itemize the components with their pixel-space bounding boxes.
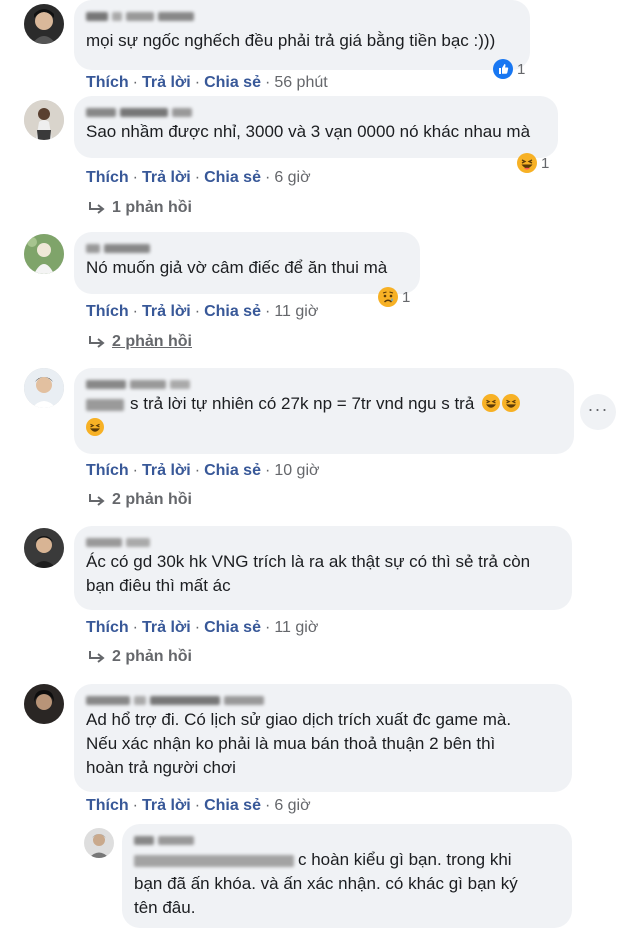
reaction-count-label: 1	[541, 154, 550, 172]
comment-text: Nó muốn giả vờ câm điếc để ăn thui mà	[86, 258, 388, 277]
comment-bubble: Sao nhầm được nhỉ, 3000 và 3 vạn 0000 nó…	[74, 96, 558, 158]
reply-button[interactable]: Trả lời	[142, 797, 191, 814]
comment-author-name[interactable]	[86, 8, 518, 26]
view-replies-link[interactable]: 2 phản hồi	[88, 331, 192, 353]
share-button[interactable]: Chia sẻ	[204, 462, 261, 479]
like-icon	[493, 59, 513, 79]
reply-bubble: c hoàn kiểu gì bạn. trong khi bạn đã ấn …	[122, 824, 572, 928]
haha-icon	[86, 418, 104, 436]
avatar[interactable]	[24, 368, 64, 408]
comment-actions: Thích · Trả lời · Chia sẻ · 6 giờ	[86, 169, 311, 186]
avatar[interactable]	[24, 100, 64, 140]
comment-text-line: Nếu xác nhận ko phải là mua bán thoả thu…	[86, 734, 496, 753]
comment-author-name[interactable]	[86, 534, 560, 548]
comment-text-line: hoàn trả người chơi	[86, 758, 236, 777]
replies-count-label: 2 phản hồi	[112, 491, 192, 508]
comment-bubble: Nó muốn giả vờ câm điếc để ăn thui mà	[74, 232, 420, 294]
view-replies-link[interactable]: 1 phản hồi	[88, 197, 192, 219]
comment-text-line: Ác có gd 30k hk VNG trích là ra ak thật …	[86, 552, 531, 571]
comment-actions: Thích · Trả lời · Chia sẻ · 11 giờ	[86, 619, 319, 636]
comment-text: Ác có gd 30k hk VNG trích là ra ak thật …	[86, 550, 560, 598]
avatar[interactable]	[24, 684, 64, 724]
share-button[interactable]: Chia sẻ	[204, 797, 261, 814]
comment-author-name[interactable]	[86, 692, 560, 706]
comment-text-line: Ad hổ trợ đi. Có lịch sử giao dịch trích…	[86, 710, 512, 729]
comment-author-name[interactable]	[86, 240, 408, 254]
comment-timestamp[interactable]: 11 giờ	[274, 619, 318, 636]
reaction-count[interactable]: 1	[378, 286, 410, 308]
share-button[interactable]: Chia sẻ	[204, 303, 261, 320]
comment-author-name[interactable]	[86, 104, 546, 118]
like-button[interactable]: Thích	[86, 169, 129, 186]
reply-text-line: bạn đã ấn khóa. và ấn xác nhận. có khác …	[134, 874, 518, 893]
reply-text: c hoàn kiểu gì bạn. trong khi bạn đã ấn …	[134, 848, 560, 920]
like-button[interactable]: Thích	[86, 303, 129, 320]
like-button[interactable]: Thích	[86, 797, 129, 814]
reaction-count-label: 1	[517, 60, 526, 78]
reaction-count[interactable]: 1	[493, 58, 525, 80]
comment-bubble: Ad hổ trợ đi. Có lịch sử giao dịch trích…	[74, 684, 572, 792]
comment-timestamp[interactable]: 10 giờ	[274, 462, 319, 479]
reply-text-line: c hoàn kiểu gì bạn. trong khi	[298, 850, 512, 869]
comment-timestamp[interactable]: 56 phút	[274, 74, 327, 91]
reply-author-name[interactable]	[134, 832, 560, 846]
more-icon: ···	[587, 399, 609, 419]
haha-icon	[502, 394, 521, 412]
reply-button[interactable]: Trả lời	[142, 462, 191, 479]
comment-text: Sao nhầm được nhỉ, 3000 và 3 vạn 0000 nó…	[86, 122, 531, 141]
comment-actions: Thích · Trả lời · Chia sẻ · 6 giờ	[86, 797, 311, 814]
replies-count-label: 2 phản hồi	[112, 333, 192, 350]
reply-button[interactable]: Trả lời	[142, 619, 191, 636]
avatar[interactable]	[24, 528, 64, 568]
reply-button[interactable]: Trả lời	[142, 169, 191, 186]
comment-bubble: s trả lời tự nhiên có 27k np = 7tr vnd n…	[74, 368, 574, 454]
comment-timestamp[interactable]: 6 giờ	[274, 797, 310, 814]
comment-text: Ad hổ trợ đi. Có lịch sử giao dịch trích…	[86, 708, 560, 780]
more-options-button[interactable]: ···	[580, 394, 616, 430]
comment-thread: mọi sự ngốc nghếch đều phải trả giá bằng…	[0, 0, 620, 929]
reaction-count[interactable]: 1	[517, 152, 549, 174]
reply-button[interactable]: Trả lời	[142, 74, 191, 91]
comment-bubble: mọi sự ngốc nghếch đều phải trả giá bằng…	[74, 0, 530, 70]
comment-actions: Thích · Trả lời · Chia sẻ · 10 giờ	[86, 462, 320, 479]
like-button[interactable]: Thích	[86, 619, 129, 636]
comment-text-line: bạn điêu thì mất ác	[86, 576, 231, 595]
haha-icon	[517, 153, 537, 173]
like-button[interactable]: Thích	[86, 462, 129, 479]
comment-timestamp[interactable]: 6 giờ	[274, 169, 310, 186]
comment-timestamp[interactable]: 11 giờ	[274, 303, 318, 320]
view-replies-link[interactable]: 2 phản hồi	[88, 489, 192, 511]
share-button[interactable]: Chia sẻ	[204, 74, 261, 91]
avatar[interactable]	[24, 234, 64, 274]
avatar[interactable]	[24, 4, 64, 44]
share-button[interactable]: Chia sẻ	[204, 169, 261, 186]
like-button[interactable]: Thích	[86, 74, 129, 91]
reply-arrow-icon	[89, 336, 105, 348]
view-replies-link[interactable]: 2 phản hồi	[88, 646, 192, 668]
reply-button[interactable]: Trả lời	[142, 303, 191, 320]
replies-count-label: 1 phản hồi	[112, 199, 192, 216]
comment-author-name[interactable]	[86, 376, 562, 390]
comment-text: mọi sự ngốc nghếch đều phải trả giá bằng…	[86, 31, 496, 50]
sad-icon	[378, 287, 398, 307]
comment-text: s trả lời tự nhiên có 27k np = 7tr vnd n…	[86, 392, 562, 440]
share-button[interactable]: Chia sẻ	[204, 619, 261, 636]
comment-actions: Thích · Trả lời · Chia sẻ · 11 giờ	[86, 303, 319, 320]
avatar[interactable]	[84, 828, 114, 858]
comment-actions: Thích · Trả lời · Chia sẻ · 56 phút	[86, 74, 328, 91]
comment-bubble: Ác có gd 30k hk VNG trích là ra ak thật …	[74, 526, 572, 610]
haha-icon	[482, 394, 501, 412]
reply-arrow-icon	[89, 494, 105, 506]
replies-count-label: 2 phản hồi	[112, 648, 192, 665]
reaction-count-label: 1	[402, 288, 411, 306]
reply-arrow-icon	[89, 202, 105, 214]
reply-arrow-icon	[89, 651, 105, 663]
reply-text-line: tên đâu.	[134, 898, 196, 917]
comment-text-content: s trả lời tự nhiên có 27k np = 7tr vnd n…	[130, 394, 475, 413]
